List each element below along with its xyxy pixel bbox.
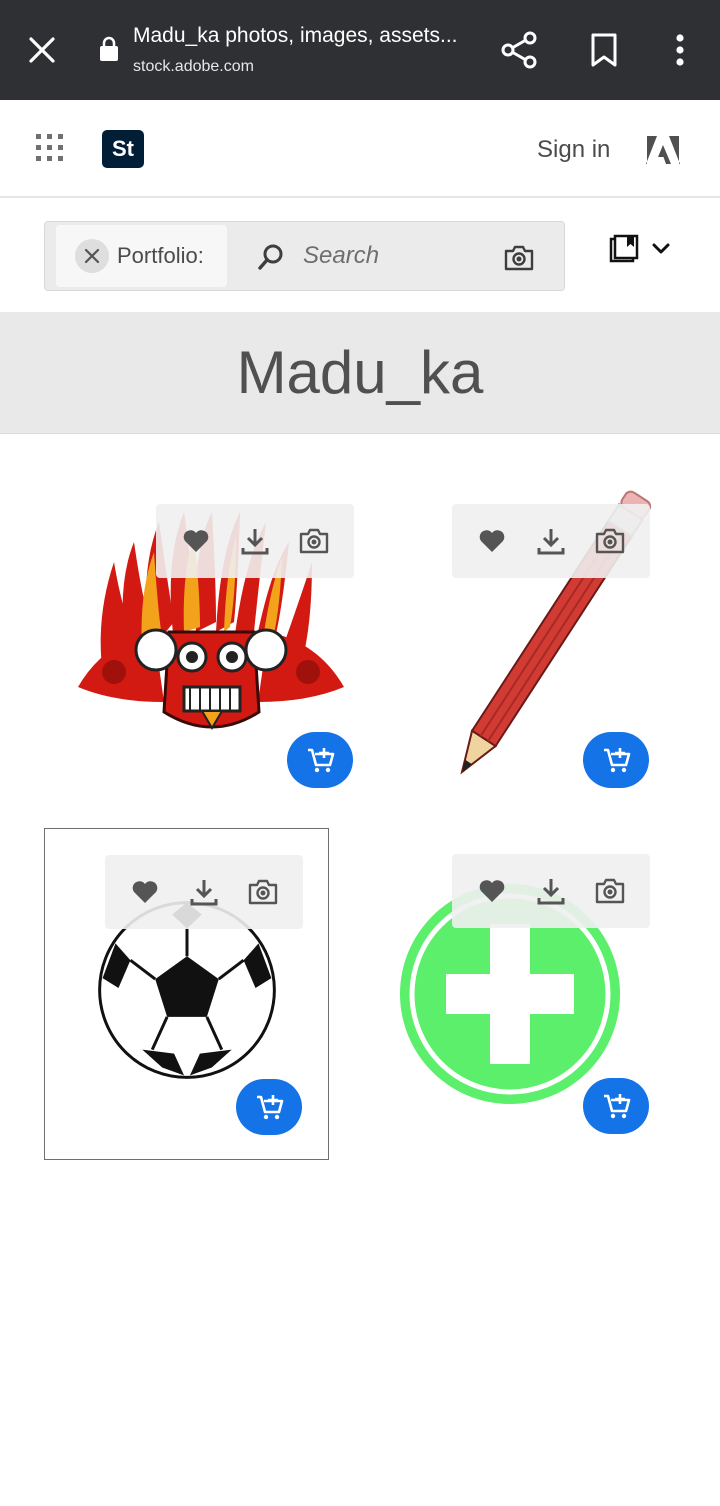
download-icon[interactable] bbox=[534, 524, 568, 558]
more-icon[interactable] bbox=[662, 28, 698, 72]
add-to-cart-icon[interactable] bbox=[236, 1079, 302, 1135]
filter-chip-label: Portfolio: bbox=[117, 243, 204, 268]
asset-action-toolbar bbox=[452, 504, 650, 578]
asset-tile-pencil[interactable] bbox=[402, 482, 676, 812]
search-bar-area: Portfolio: bbox=[0, 200, 720, 312]
asset-tile-soccer-ball[interactable] bbox=[44, 828, 329, 1160]
heart-icon[interactable] bbox=[475, 524, 509, 558]
asset-action-toolbar bbox=[105, 855, 303, 929]
page-url: stock.adobe.com bbox=[133, 58, 254, 75]
portfolio-filter-chip[interactable]: Portfolio: bbox=[56, 225, 227, 287]
portfolio-title: Madu_ka bbox=[236, 339, 484, 406]
heart-icon[interactable] bbox=[179, 524, 213, 558]
clear-filter-icon[interactable] bbox=[75, 239, 109, 273]
sign-in-link[interactable]: Sign in bbox=[537, 136, 610, 164]
camera-icon[interactable] bbox=[246, 875, 280, 909]
adobe-stock-logo[interactable]: St bbox=[102, 130, 144, 168]
apps-grid-icon[interactable] bbox=[34, 132, 66, 164]
site-header: St Sign in bbox=[0, 100, 720, 198]
bookmark-icon[interactable] bbox=[584, 28, 624, 72]
adobe-logo-icon[interactable] bbox=[646, 136, 680, 164]
camera-icon[interactable] bbox=[503, 244, 535, 272]
browser-toolbar: Madu_ka photos, images, assets... stock.… bbox=[0, 0, 720, 100]
camera-icon[interactable] bbox=[593, 524, 627, 558]
close-icon[interactable] bbox=[22, 30, 62, 70]
search-input[interactable] bbox=[303, 236, 493, 276]
download-icon[interactable] bbox=[238, 524, 272, 558]
portfolio-header: Madu_ka bbox=[0, 312, 720, 434]
search-icon[interactable] bbox=[257, 243, 285, 271]
asset-tile-mask[interactable] bbox=[44, 482, 378, 812]
camera-icon[interactable] bbox=[297, 524, 331, 558]
collections-icon bbox=[608, 234, 640, 269]
asset-action-toolbar bbox=[452, 854, 650, 928]
search-box[interactable]: Portfolio: bbox=[44, 221, 565, 291]
download-icon[interactable] bbox=[534, 874, 568, 908]
page-title: Madu_ka photos, images, assets... bbox=[133, 24, 458, 47]
camera-icon[interactable] bbox=[593, 874, 627, 908]
add-to-cart-icon[interactable] bbox=[287, 732, 353, 788]
download-icon[interactable] bbox=[187, 875, 221, 909]
asset-action-toolbar bbox=[156, 504, 354, 578]
collections-menu-button[interactable] bbox=[608, 234, 674, 269]
add-to-cart-icon[interactable] bbox=[583, 1078, 649, 1134]
heart-icon[interactable] bbox=[128, 875, 162, 909]
lock-icon bbox=[98, 36, 120, 62]
heart-icon[interactable] bbox=[475, 874, 509, 908]
chevron-down-icon bbox=[652, 242, 670, 260]
share-icon[interactable] bbox=[498, 28, 542, 72]
asset-tile-plus-circle[interactable] bbox=[392, 828, 676, 1160]
add-to-cart-icon[interactable] bbox=[583, 732, 649, 788]
